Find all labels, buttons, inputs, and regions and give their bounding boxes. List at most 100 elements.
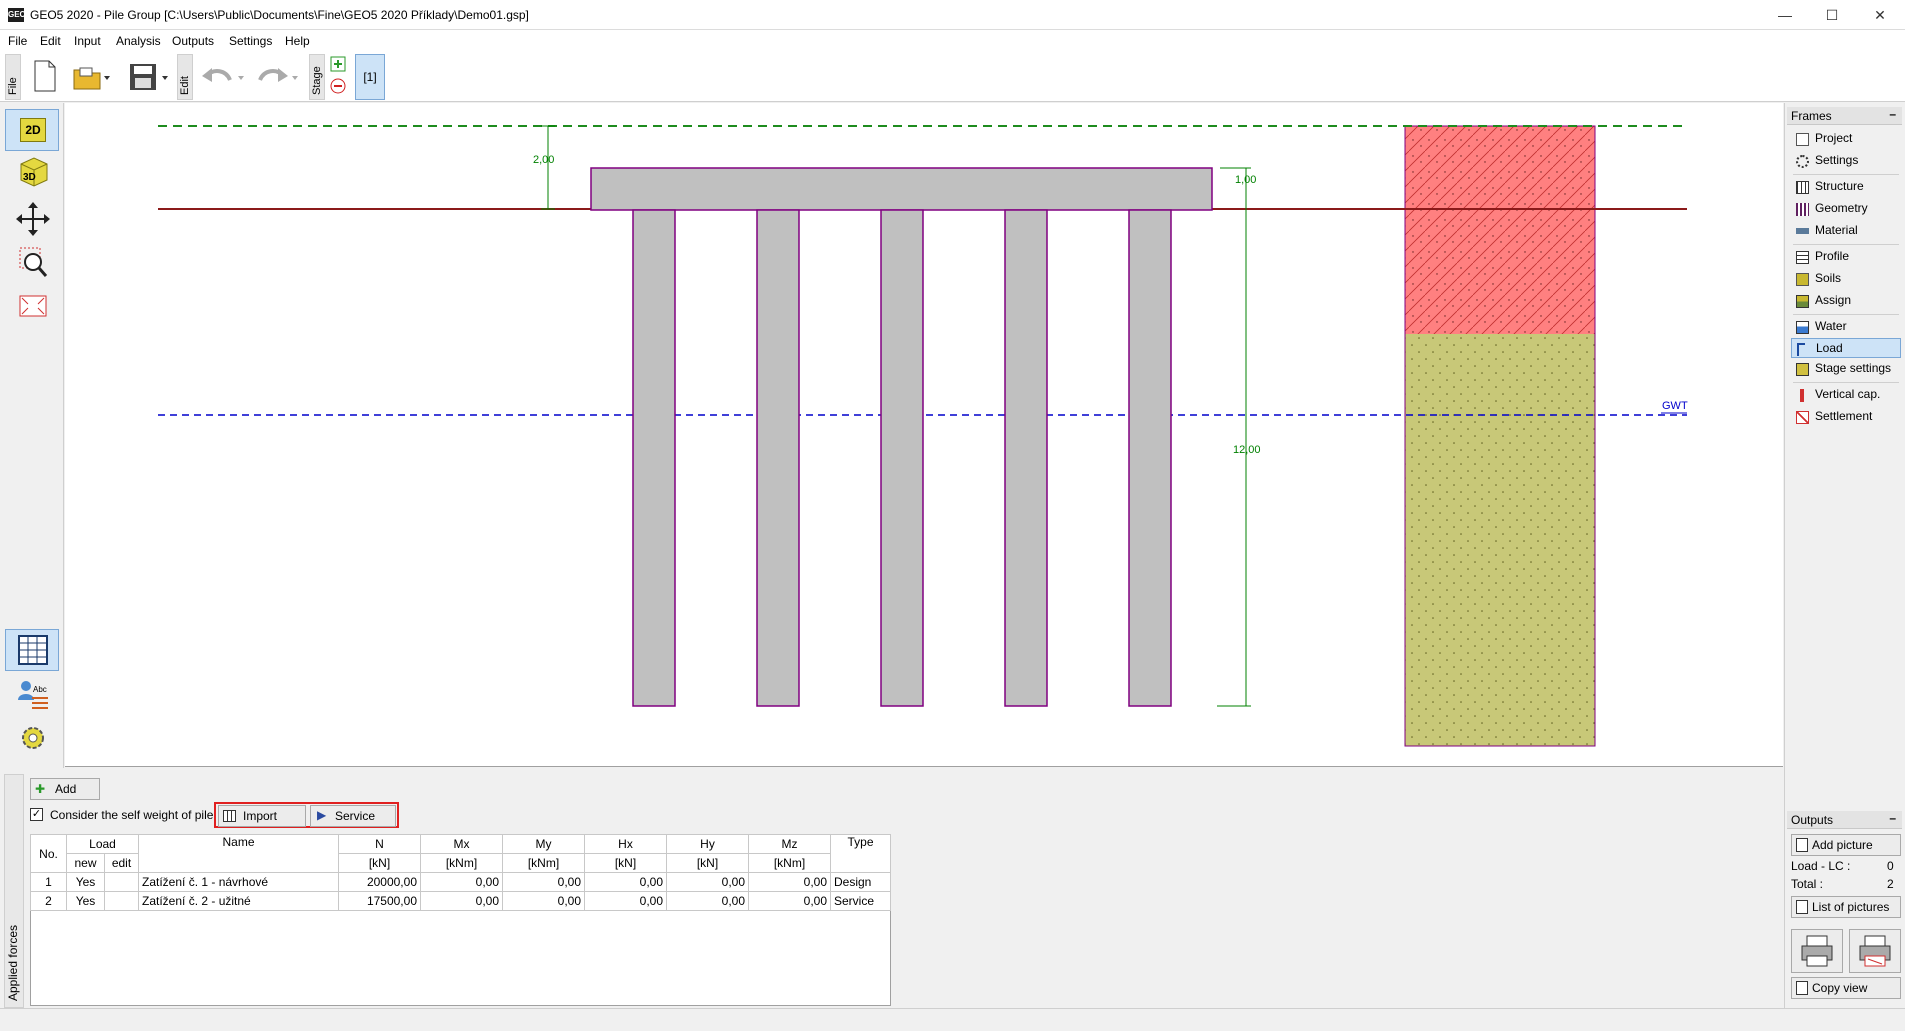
frame-geometry[interactable]: Geometry: [1791, 199, 1901, 219]
total-value: 2: [1887, 877, 1894, 891]
minimize-button[interactable]: —: [1762, 0, 1808, 30]
import-table-icon: [223, 810, 236, 822]
printer-icon: [1801, 935, 1833, 967]
table-icon: [18, 635, 48, 665]
menu-outputs[interactable]: Outputs: [172, 34, 214, 48]
applied-forces-panel: Applied forces ✚ Add ✓ Consider the self …: [0, 768, 1784, 1008]
unit-n: [kN]: [338, 853, 421, 873]
remove-stage-button[interactable]: [330, 78, 346, 97]
cell-name: Zatížení č. 2 - užitné: [138, 891, 339, 911]
undo-button[interactable]: [200, 64, 246, 93]
table-view-button[interactable]: [5, 629, 59, 671]
app-icon: GEO: [8, 8, 26, 22]
profile-icon: [1796, 251, 1809, 264]
printer-pdf-icon: [1859, 935, 1891, 967]
water-icon: [1796, 321, 1809, 334]
frame-vertical-cap[interactable]: Vertical cap.: [1791, 385, 1901, 405]
close-button[interactable]: ✕: [1857, 0, 1903, 30]
structure-icon: [1796, 181, 1809, 194]
frame-assign[interactable]: Assign: [1791, 291, 1901, 311]
list-icon: [1796, 900, 1808, 914]
frame-project[interactable]: Project: [1791, 129, 1901, 149]
pile: [1128, 209, 1172, 707]
zoom-button[interactable]: [5, 241, 59, 283]
col-hy: Hy: [666, 834, 749, 854]
drawing-settings-button[interactable]: [5, 717, 59, 759]
frame-water[interactable]: Water: [1791, 317, 1901, 337]
unit-hx: [kN]: [584, 853, 667, 873]
copy-view-button[interactable]: Copy view: [1791, 977, 1901, 999]
open-file-button[interactable]: [72, 62, 112, 95]
cell-edit: [104, 872, 139, 892]
move-arrows-icon: [16, 202, 50, 236]
cell-mz: 0,00: [748, 891, 831, 911]
save-file-button[interactable]: [128, 62, 170, 95]
cell-n: 17500,00: [338, 891, 421, 911]
drawing-canvas[interactable]: GWT 2,00 1,00 12,00: [65, 103, 1783, 767]
col-mx: Mx: [420, 834, 503, 854]
frame-settings[interactable]: Settings: [1791, 151, 1901, 171]
menu-edit[interactable]: Edit: [40, 34, 61, 48]
vertical-cap-icon: [1800, 389, 1804, 402]
applied-forces-tab[interactable]: Applied forces: [4, 774, 24, 1008]
stage-1-button[interactable]: [1]: [355, 54, 385, 100]
fit-view-icon: [19, 295, 47, 317]
pile: [632, 209, 676, 707]
settlement-icon: [1796, 411, 1809, 424]
add-picture-button[interactable]: Add picture: [1791, 834, 1901, 856]
table-row[interactable]: 1 Yes Zatížení č. 1 - návrhové 20000,00 …: [30, 872, 891, 892]
menu-help[interactable]: Help: [285, 34, 310, 48]
cell-new: Yes: [66, 872, 105, 892]
frame-settlement[interactable]: Settlement: [1791, 407, 1901, 427]
pile-group-drawing: GWT 2,00 1,00 12,00: [158, 125, 1688, 747]
unit-mx: [kNm]: [420, 853, 503, 873]
total-label: Total :: [1791, 877, 1824, 891]
soils-icon: [1796, 273, 1809, 286]
pile-cap: [590, 167, 1213, 211]
print-button[interactable]: [1791, 929, 1843, 973]
labels-button[interactable]: Abc: [5, 673, 59, 715]
cell-type: Design: [830, 872, 891, 892]
load-icon: [1797, 343, 1805, 356]
menu-analysis[interactable]: Analysis: [116, 34, 161, 48]
print-export-button[interactable]: [1849, 929, 1901, 973]
frame-soils[interactable]: Soils: [1791, 269, 1901, 289]
frame-profile[interactable]: Profile: [1791, 247, 1901, 267]
self-weight-checkbox[interactable]: ✓: [30, 808, 43, 821]
col-hx: Hx: [584, 834, 667, 854]
collapse-icon[interactable]: –: [1889, 107, 1896, 121]
frame-stage-settings[interactable]: Stage settings: [1791, 359, 1901, 379]
menu-input[interactable]: Input: [74, 34, 101, 48]
redo-button[interactable]: [254, 64, 300, 93]
add-button[interactable]: ✚ Add: [30, 778, 100, 800]
play-icon: ▶: [317, 808, 327, 822]
col-load-edit: edit: [104, 853, 139, 873]
dimension-cap: 1,00: [1235, 174, 1256, 186]
frame-structure[interactable]: Structure: [1791, 177, 1901, 197]
cell-type: Service: [830, 891, 891, 911]
gwt-label: GWT: [1662, 400, 1688, 412]
cell-hy: 0,00: [666, 872, 749, 892]
service-button[interactable]: ▶ Service: [310, 805, 396, 827]
unit-my: [kNm]: [502, 853, 585, 873]
cell-hx: 0,00: [584, 891, 667, 911]
import-button[interactable]: Import: [218, 805, 306, 827]
view-3d-button[interactable]: 3D: [5, 151, 59, 193]
frames-panel: Frames – Project Settings Structure Geome…: [1784, 103, 1905, 1008]
menu-settings[interactable]: Settings: [229, 34, 272, 48]
view-2d-button[interactable]: 2D: [5, 109, 59, 151]
menu-file[interactable]: File: [8, 34, 27, 48]
stage-settings-icon: [1796, 363, 1809, 376]
new-file-button[interactable]: [32, 60, 58, 95]
table-row[interactable]: 2 Yes Zatížení č. 2 - užitné 17500,00 0,…: [30, 891, 891, 911]
add-stage-button[interactable]: [330, 56, 346, 75]
collapse-icon[interactable]: –: [1889, 811, 1896, 825]
cell-mx: 0,00: [420, 891, 503, 911]
fit-view-button[interactable]: [5, 285, 59, 327]
frame-load[interactable]: Load: [1791, 338, 1901, 358]
maximize-button[interactable]: ☐: [1809, 0, 1855, 30]
frame-material[interactable]: Material: [1791, 221, 1901, 241]
list-of-pictures-button[interactable]: List of pictures: [1791, 896, 1901, 918]
pan-button[interactable]: [5, 197, 59, 239]
menu-bar: File Edit Input Analysis Outputs Setting…: [0, 30, 1905, 52]
